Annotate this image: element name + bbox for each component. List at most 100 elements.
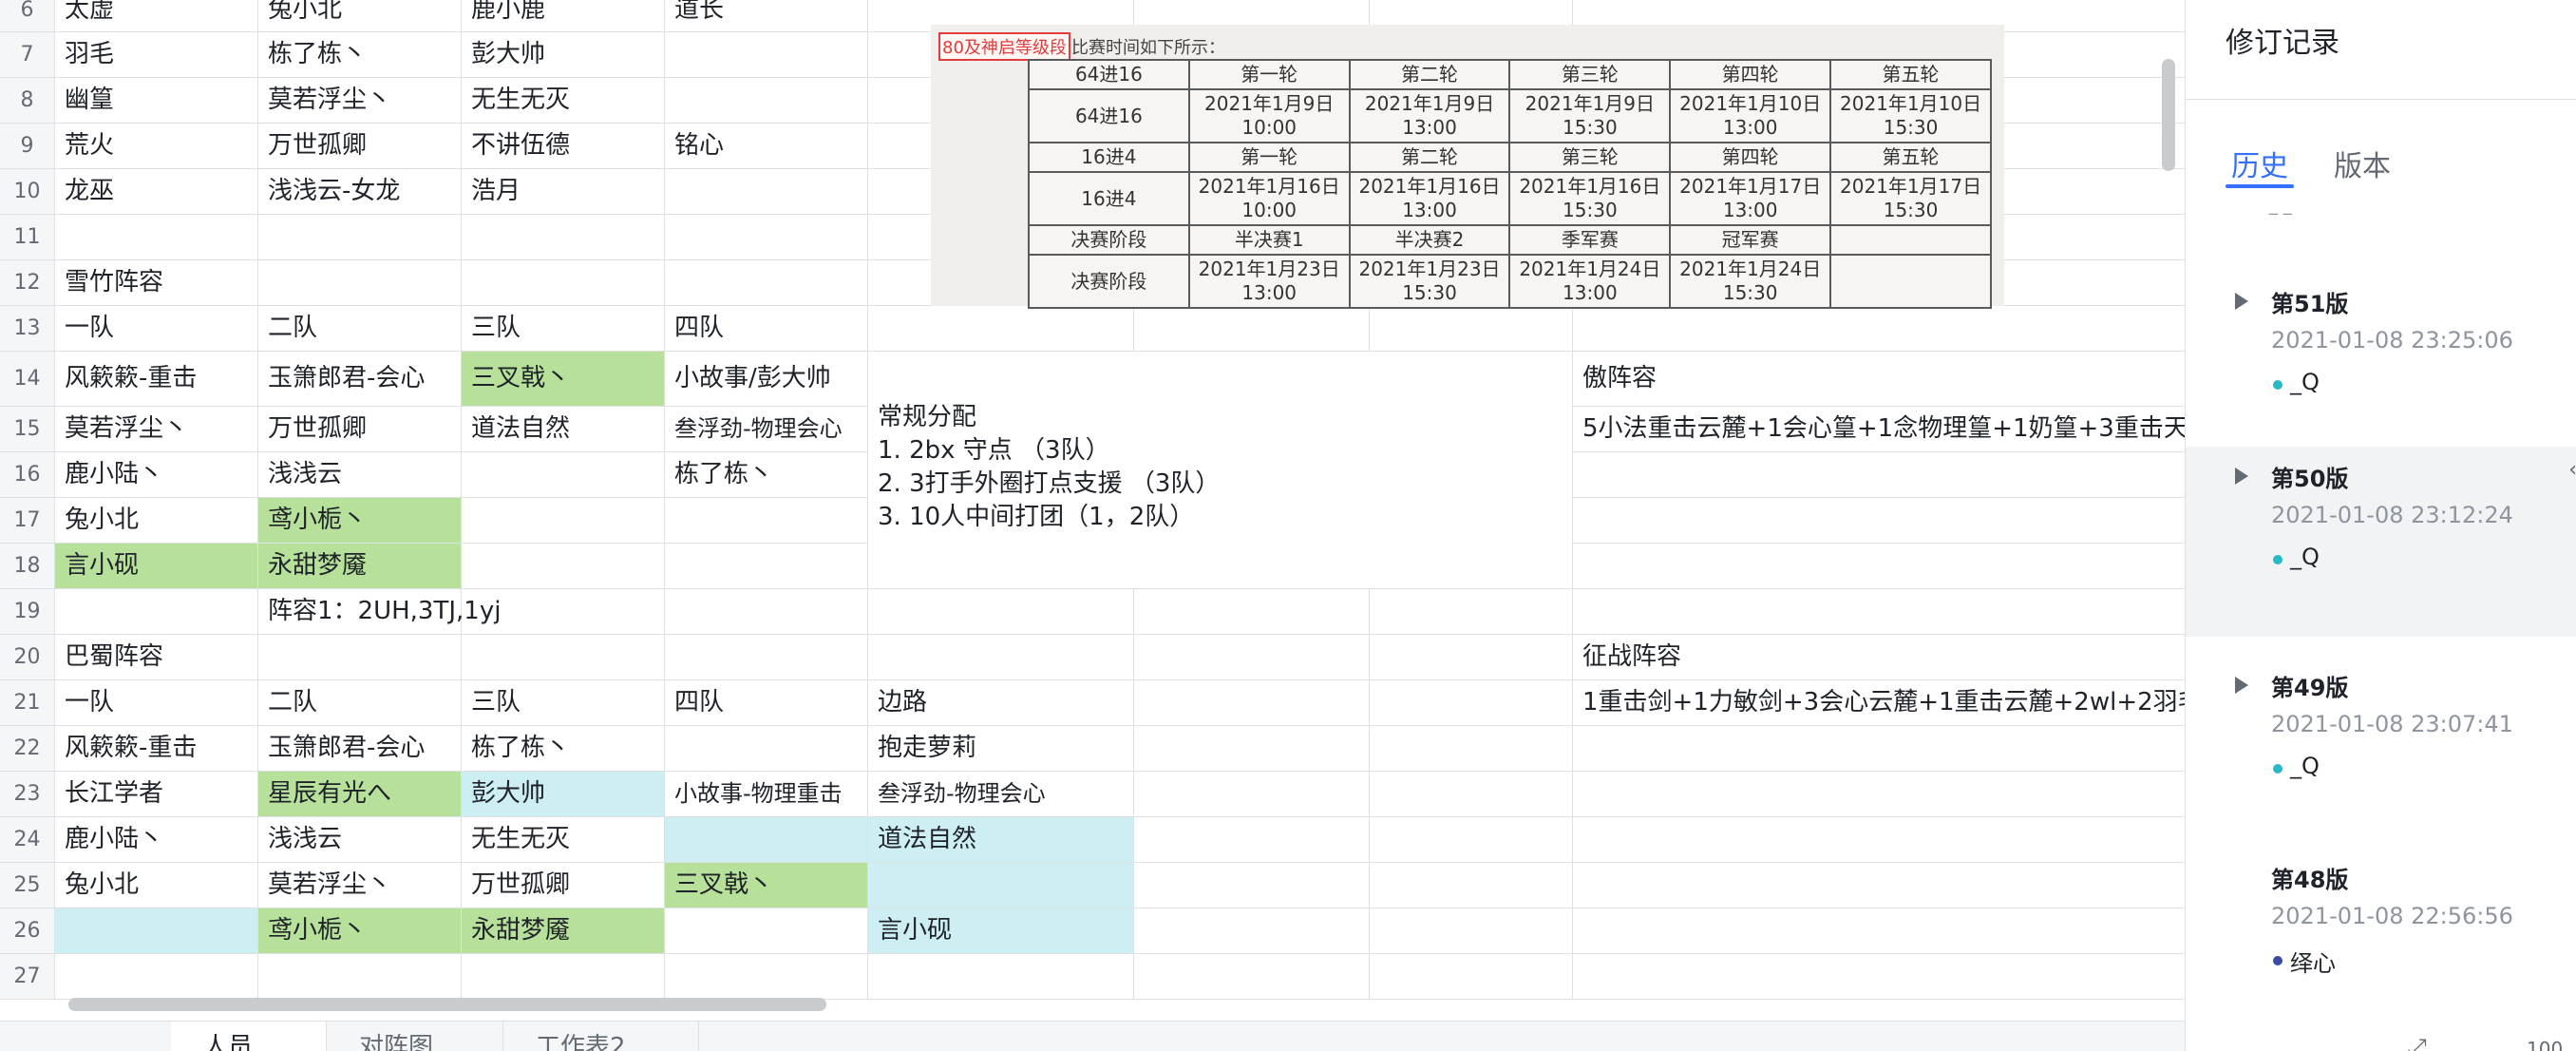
row-header[interactable]: 12: [0, 260, 55, 306]
cell[interactable]: 二队: [258, 680, 462, 726]
cell[interactable]: [1134, 863, 1370, 908]
cell[interactable]: 一队: [55, 306, 258, 352]
cell[interactable]: 玉箫郎君-会心: [258, 352, 462, 407]
cell[interactable]: [665, 78, 868, 124]
cell[interactable]: [665, 589, 868, 635]
cell[interactable]: [1573, 726, 2185, 772]
row-header[interactable]: 16: [0, 452, 55, 498]
cell[interactable]: 雪竹阵容: [55, 260, 258, 306]
allocation-note[interactable]: 常规分配 1. 2bx 守点 （3队） 2. 3打手外圈打点支援 （3队） 3.…: [868, 352, 1573, 589]
cell[interactable]: [665, 498, 868, 544]
cell[interactable]: [1370, 954, 1573, 1000]
cell[interactable]: [665, 544, 868, 589]
cell[interactable]: 5小法重击云麓+1会心篁+1念物理篁+1奶篁+3重击天机: [1573, 407, 2185, 452]
cell[interactable]: 边路: [868, 680, 1134, 726]
cell[interactable]: [462, 452, 665, 498]
cell[interactable]: 荒火: [55, 124, 258, 169]
cell[interactable]: 栋了栋丶: [462, 726, 665, 772]
version-item[interactable]: 第49版 2021-01-08 23:07:41 _Q: [2186, 656, 2576, 846]
cell[interactable]: [665, 726, 868, 772]
row-header[interactable]: 15: [0, 407, 55, 452]
cell[interactable]: 三队: [462, 306, 665, 352]
cell[interactable]: 鹿小陆丶: [55, 452, 258, 498]
cell[interactable]: [1573, 306, 2185, 352]
cell[interactable]: 长江学者: [55, 772, 258, 817]
cell[interactable]: 龙巫: [55, 169, 258, 215]
cell[interactable]: 叁浮劲-物理会心: [868, 772, 1134, 817]
cell[interactable]: 永甜梦魇: [258, 544, 462, 589]
cell[interactable]: [1134, 954, 1370, 1000]
expand-arrow-icon[interactable]: [2235, 293, 2248, 310]
cell[interactable]: 浅浅云: [258, 452, 462, 498]
row-header[interactable]: 7: [0, 32, 55, 78]
cell[interactable]: 傲阵容: [1573, 352, 2185, 407]
cell[interactable]: 二队: [258, 306, 462, 352]
cell[interactable]: [258, 260, 462, 306]
cell[interactable]: [462, 544, 665, 589]
cell[interactable]: 道法自然: [868, 817, 1134, 863]
cell[interactable]: [1134, 908, 1370, 954]
cell[interactable]: [462, 260, 665, 306]
cell[interactable]: [55, 954, 258, 1000]
cell[interactable]: 道长: [665, 0, 868, 32]
cell[interactable]: 浅浅云: [258, 817, 462, 863]
cell[interactable]: 铭心: [665, 124, 868, 169]
spreadsheet[interactable]: 6 太虚 兔小北 鹿小鹿 道长 7 羽毛 栋了栋丶 彭大帅 8 幽篁 莫若浮尘丶 无生无灭 9 荒火 万世孤卿…: [0, 0, 2185, 1051]
cell[interactable]: [55, 908, 258, 954]
cell[interactable]: 星辰有光へ: [258, 772, 462, 817]
row-header[interactable]: 21: [0, 680, 55, 726]
cell[interactable]: [868, 954, 1134, 1000]
cell[interactable]: 言小砚: [868, 908, 1134, 954]
cell[interactable]: [258, 215, 462, 260]
expand-arrow-icon[interactable]: [2235, 677, 2248, 694]
cell[interactable]: 栋了栋丶: [665, 452, 868, 498]
version-item[interactable]: 第51版 2021-01-08 23:25:06 _Q: [2186, 272, 2576, 462]
cell[interactable]: 三叉戟丶: [462, 352, 665, 407]
cell[interactable]: 太虚: [55, 0, 258, 32]
cell[interactable]: 小故事/彭大帅: [665, 352, 868, 407]
cell[interactable]: [665, 635, 868, 680]
cell[interactable]: 莫若浮尘丶: [55, 407, 258, 452]
row-header[interactable]: 14: [0, 352, 55, 407]
row-header[interactable]: 26: [0, 908, 55, 954]
cell[interactable]: [1573, 908, 2185, 954]
cell[interactable]: [1370, 817, 1573, 863]
cell[interactable]: [1573, 452, 2185, 498]
row-header[interactable]: 6: [0, 0, 55, 32]
cell[interactable]: [1370, 635, 1573, 680]
cell[interactable]: [1370, 589, 1573, 635]
schedule-image[interactable]: 80及神启等级段 比赛时间如下所示： 64进16 第一轮 第二轮 第三轮 第四轮 第五轮 6…: [931, 25, 2004, 309]
cell[interactable]: 征战阵容: [1573, 635, 2185, 680]
tab-sheet2[interactable]: 工作表2: [503, 1022, 699, 1051]
cell[interactable]: [665, 908, 868, 954]
row-header[interactable]: 24: [0, 817, 55, 863]
cell[interactable]: [1134, 772, 1370, 817]
cell[interactable]: [462, 635, 665, 680]
cell[interactable]: 永甜梦魇: [462, 908, 665, 954]
cell[interactable]: [258, 954, 462, 1000]
cell[interactable]: 风簌簌-重击: [55, 726, 258, 772]
cell[interactable]: [462, 954, 665, 1000]
cell[interactable]: [868, 635, 1134, 680]
cell[interactable]: 四队: [665, 306, 868, 352]
cell[interactable]: [1370, 680, 1573, 726]
cell[interactable]: 无生无灭: [462, 817, 665, 863]
cell[interactable]: 言小砚: [55, 544, 258, 589]
cell[interactable]: 幽篁: [55, 78, 258, 124]
cell[interactable]: [1134, 680, 1370, 726]
cell[interactable]: 三叉戟丶: [665, 863, 868, 908]
cell[interactable]: [1370, 306, 1573, 352]
tab-people[interactable]: 人员: [171, 1022, 327, 1051]
cell[interactable]: [462, 589, 665, 635]
cell[interactable]: [462, 215, 665, 260]
cell[interactable]: 浩月: [462, 169, 665, 215]
version-item[interactable]: 第50版 ‹ 2021-01-08 23:12:24 _Q: [2186, 447, 2576, 637]
cell[interactable]: 1重击剑+1力敏剑+3会心云麓+1重击云麓+2wl+2羽毛+: [1573, 680, 2185, 726]
more-icon[interactable]: ‹: [2568, 458, 2576, 482]
cell[interactable]: 莫若浮尘丶: [258, 863, 462, 908]
cell[interactable]: 莫若浮尘丶: [258, 78, 462, 124]
cell[interactable]: 鹿小鹿: [462, 0, 665, 32]
cell[interactable]: [1573, 772, 2185, 817]
tab-versions[interactable]: 版本: [2334, 143, 2391, 184]
row-header[interactable]: 22: [0, 726, 55, 772]
